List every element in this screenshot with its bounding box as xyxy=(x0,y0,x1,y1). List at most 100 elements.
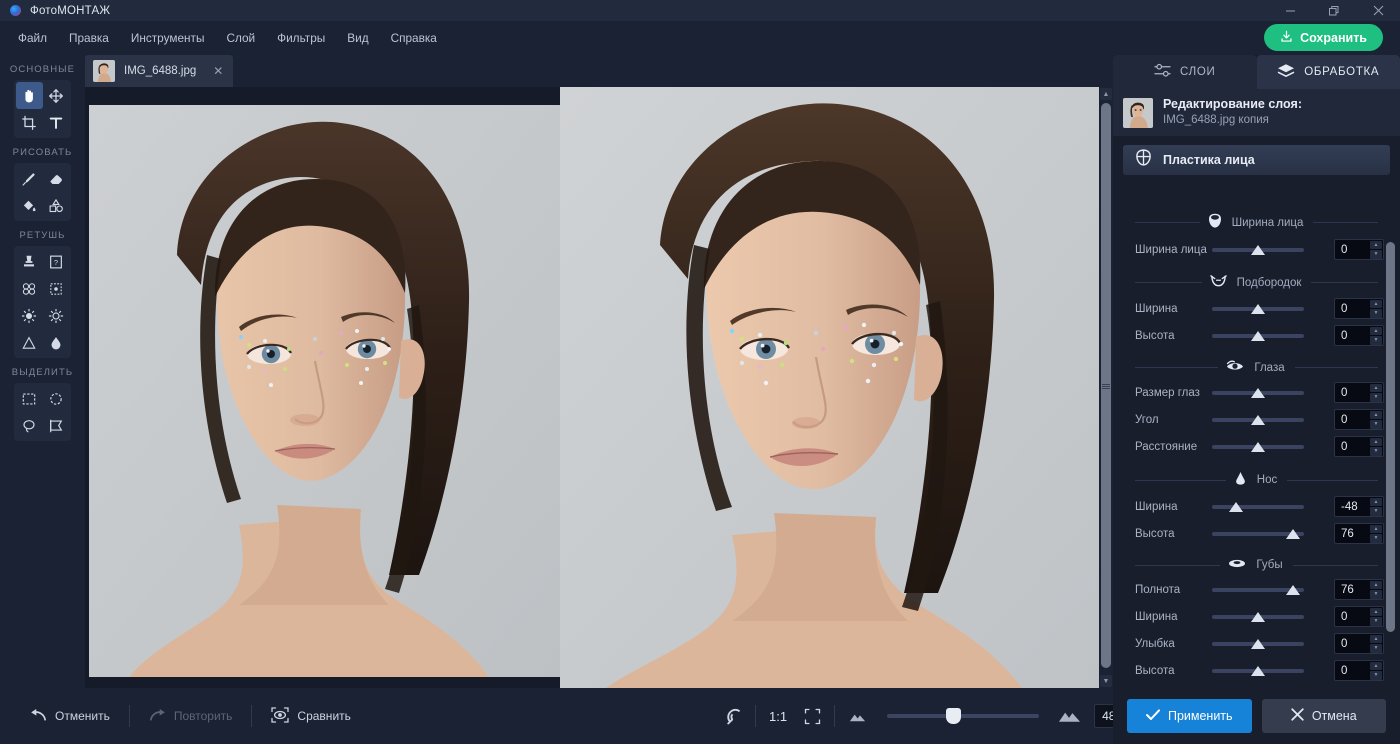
canvas-area[interactable]: ▲ ▼ xyxy=(85,87,1113,688)
slider-stepper[interactable]: ▲ ▼ xyxy=(1370,524,1382,543)
slider-track[interactable] xyxy=(1212,638,1304,649)
menu-view[interactable]: Вид xyxy=(337,26,378,50)
slider-thumb[interactable] xyxy=(1251,638,1265,649)
zoom-ratio-button[interactable]: 1:1 xyxy=(763,709,793,724)
slider-thumb[interactable] xyxy=(1251,414,1265,425)
stepper-down[interactable]: ▼ xyxy=(1370,393,1382,402)
menu-file[interactable]: Файл xyxy=(8,26,57,50)
fit-to-screen-button[interactable] xyxy=(797,701,827,731)
canvas-scroll-thumb[interactable] xyxy=(1101,103,1111,668)
stepper-up[interactable]: ▲ xyxy=(1370,410,1382,419)
slider-track[interactable] xyxy=(1212,330,1304,341)
slider-thumb[interactable] xyxy=(1285,528,1300,539)
slider-stepper[interactable]: ▲ ▼ xyxy=(1370,661,1382,680)
slider-value-field[interactable]: 0 ▲ ▼ xyxy=(1334,660,1384,681)
menu-layer[interactable]: Слой xyxy=(216,26,265,50)
stepper-up[interactable]: ▲ xyxy=(1370,580,1382,589)
slider-stepper[interactable]: ▲ ▼ xyxy=(1370,410,1382,429)
slider-thumb[interactable] xyxy=(1285,584,1300,595)
slider-track[interactable] xyxy=(1212,303,1304,314)
fill-tool-button[interactable] xyxy=(16,192,43,219)
eraser-tool-button[interactable] xyxy=(43,165,70,192)
slider-track[interactable] xyxy=(1212,244,1304,255)
slider-stepper[interactable]: ▲ ▼ xyxy=(1370,299,1382,318)
stepper-down[interactable]: ▼ xyxy=(1370,336,1382,345)
stepper-down[interactable]: ▼ xyxy=(1370,644,1382,653)
move-tool-button[interactable] xyxy=(43,82,70,109)
slider-value-field[interactable]: 76 ▲ ▼ xyxy=(1334,523,1384,544)
sharpen-tool-button[interactable] xyxy=(16,329,43,356)
stepper-up[interactable]: ▲ xyxy=(1370,299,1382,308)
image-before[interactable] xyxy=(89,105,561,677)
dodge-tool-button[interactable] xyxy=(16,302,43,329)
minimize-button[interactable] xyxy=(1268,0,1312,21)
stamp-tool-button[interactable] xyxy=(16,248,43,275)
menu-tools[interactable]: Инструменты xyxy=(121,26,215,50)
slider-track[interactable] xyxy=(1212,441,1304,452)
scroll-down-icon[interactable]: ▼ xyxy=(1100,675,1112,687)
patch-tool-button[interactable]: ? xyxy=(43,248,70,275)
close-button[interactable] xyxy=(1356,0,1400,21)
stepper-up[interactable]: ▲ xyxy=(1370,497,1382,506)
stepper-up[interactable]: ▲ xyxy=(1370,383,1382,392)
compare-button[interactable]: Сравнить xyxy=(255,701,366,731)
tab-layers[interactable]: СЛОИ xyxy=(1113,55,1257,89)
slider-track[interactable] xyxy=(1212,584,1304,595)
slider-value-field[interactable]: 0 ▲ ▼ xyxy=(1334,239,1384,260)
hand-tool-button[interactable] xyxy=(16,82,43,109)
stepper-down[interactable]: ▼ xyxy=(1370,507,1382,516)
maximize-button[interactable] xyxy=(1312,0,1356,21)
slider-track[interactable] xyxy=(1212,387,1304,398)
magnet-icon[interactable] xyxy=(718,701,748,731)
scroll-up-icon[interactable]: ▲ xyxy=(1100,88,1112,100)
slider-thumb[interactable] xyxy=(1251,303,1265,314)
slider-stepper[interactable]: ▲ ▼ xyxy=(1370,383,1382,402)
menu-help[interactable]: Справка xyxy=(381,26,447,50)
burn-tool-button[interactable] xyxy=(43,302,70,329)
slider-track[interactable] xyxy=(1212,665,1304,676)
stepper-down[interactable]: ▼ xyxy=(1370,309,1382,318)
menu-edit[interactable]: Правка xyxy=(59,26,119,50)
rect-select-tool-button[interactable] xyxy=(16,385,43,412)
document-tab[interactable]: IMG_6488.jpg ✕ xyxy=(85,55,234,87)
stepper-up[interactable]: ▲ xyxy=(1370,240,1382,249)
redo-button[interactable]: Повторить xyxy=(133,701,249,731)
slider-value-field[interactable]: 0 ▲ ▼ xyxy=(1334,436,1384,457)
menu-filters[interactable]: Фильтры xyxy=(267,26,335,50)
blemish-tool-button[interactable] xyxy=(16,275,43,302)
slider-thumb[interactable] xyxy=(1251,244,1265,255)
document-tab-close-icon[interactable]: ✕ xyxy=(209,62,227,80)
slider-value-field[interactable]: 0 ▲ ▼ xyxy=(1334,325,1384,346)
slider-value-field[interactable]: -48 ▲ ▼ xyxy=(1334,496,1384,517)
stepper-up[interactable]: ▲ xyxy=(1370,437,1382,446)
slider-track[interactable] xyxy=(1212,501,1304,512)
slider-value-field[interactable]: 0 ▲ ▼ xyxy=(1334,606,1384,627)
slider-stepper[interactable]: ▲ ▼ xyxy=(1370,326,1382,345)
slider-value-field[interactable]: 76 ▲ ▼ xyxy=(1334,579,1384,600)
stepper-down[interactable]: ▼ xyxy=(1370,447,1382,456)
slider-stepper[interactable]: ▲ ▼ xyxy=(1370,240,1382,259)
slider-value-field[interactable]: 0 ▲ ▼ xyxy=(1334,633,1384,654)
slider-track[interactable] xyxy=(1212,528,1304,539)
undo-button[interactable]: Отменить xyxy=(14,701,126,731)
stepper-up[interactable]: ▲ xyxy=(1370,607,1382,616)
slider-value-field[interactable]: 0 ▲ ▼ xyxy=(1334,409,1384,430)
slider-thumb[interactable] xyxy=(1228,501,1243,512)
stepper-down[interactable]: ▼ xyxy=(1370,671,1382,680)
tab-processing[interactable]: ОБРАБОТКА xyxy=(1256,55,1400,89)
slider-thumb[interactable] xyxy=(1251,330,1265,341)
stepper-down[interactable]: ▼ xyxy=(1370,420,1382,429)
slider-stepper[interactable]: ▲ ▼ xyxy=(1370,634,1382,653)
canvas-vertical-scrollbar[interactable]: ▲ ▼ xyxy=(1099,87,1113,688)
stepper-up[interactable]: ▲ xyxy=(1370,326,1382,335)
slider-thumb[interactable] xyxy=(1251,611,1265,622)
stepper-up[interactable]: ▲ xyxy=(1370,524,1382,533)
zoom-slider[interactable] xyxy=(887,708,1040,724)
polygon-select-tool-button[interactable] xyxy=(43,412,70,439)
slider-stepper[interactable]: ▲ ▼ xyxy=(1370,607,1382,626)
slider-track[interactable] xyxy=(1212,611,1304,622)
cancel-button[interactable]: Отмена xyxy=(1261,699,1386,733)
zoom-in-icon[interactable] xyxy=(1054,701,1084,731)
slider-thumb[interactable] xyxy=(1251,441,1265,452)
slider-track[interactable] xyxy=(1212,414,1304,425)
